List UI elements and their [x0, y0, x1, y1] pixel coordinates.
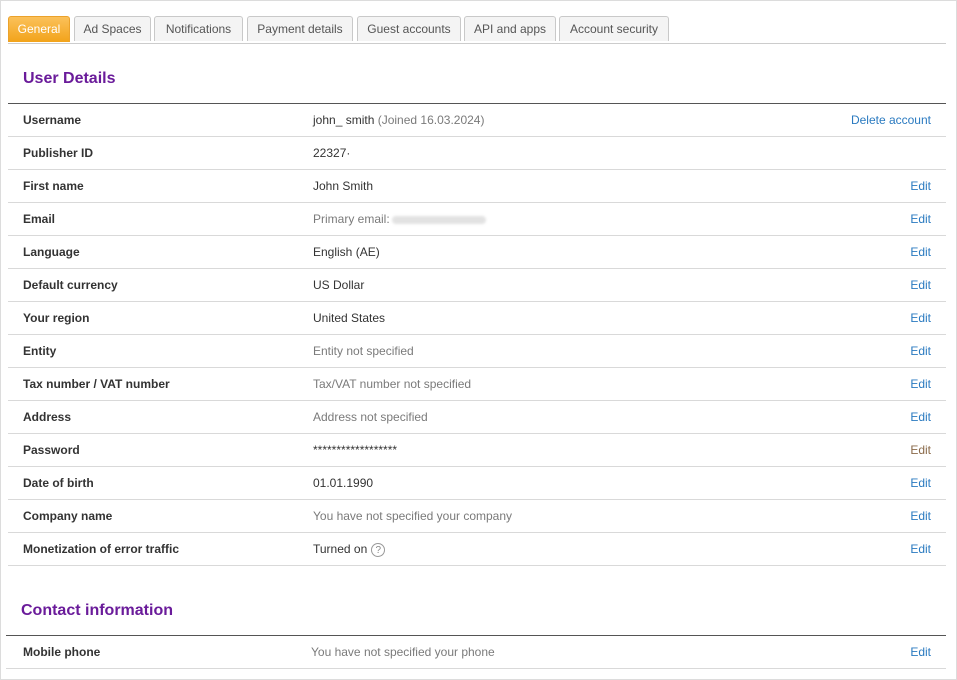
- row-mobile-phone: Mobile phone You have not specified your…: [6, 636, 946, 669]
- row-language: Language English (AE) Edit: [8, 236, 946, 269]
- row-publisher-id: Publisher ID 22327·: [8, 137, 946, 170]
- company-name-label: Company name: [23, 509, 113, 523]
- language-value: English (AE): [313, 245, 380, 259]
- row-entity: Entity Entity not specified Edit: [8, 335, 946, 368]
- edit-address-link[interactable]: Edit: [910, 401, 931, 433]
- password-label: Password: [23, 443, 80, 457]
- tab-notifications[interactable]: Notifications: [154, 16, 243, 41]
- monetization-error-traffic-label: Monetization of error traffic: [23, 542, 180, 556]
- primary-email-label: Primary email:: [313, 212, 390, 226]
- region-value: United States: [313, 311, 386, 325]
- tab-bar: General Ad Spaces Notifications Payment …: [8, 16, 946, 44]
- tab-ad-spaces[interactable]: Ad Spaces: [74, 16, 151, 41]
- edit-first-name-link[interactable]: Edit: [910, 170, 931, 202]
- address-label: Address: [23, 410, 72, 424]
- question-circle-icon[interactable]: ?: [371, 542, 386, 557]
- mobile-phone-label: Mobile phone: [23, 645, 101, 659]
- edit-region-link[interactable]: Edit: [910, 302, 931, 334]
- email-value: Primary email:: [313, 203, 486, 235]
- first-name-label: First name: [23, 179, 84, 193]
- username-label: Username: [23, 113, 82, 127]
- edit-entity-link[interactable]: Edit: [910, 335, 931, 367]
- edit-tax-number-link[interactable]: Edit: [910, 368, 931, 400]
- edit-date-of-birth-link[interactable]: Edit: [910, 467, 931, 499]
- date-of-birth-label: Date of birth: [23, 476, 94, 490]
- row-company-name: Company name You have not specified your…: [8, 500, 946, 533]
- email-label: Email: [23, 212, 56, 226]
- entity-label: Entity: [23, 344, 57, 358]
- tab-account-security[interactable]: Account security: [559, 16, 669, 41]
- edit-company-name-link[interactable]: Edit: [910, 500, 931, 532]
- edit-email-link[interactable]: Edit: [910, 203, 931, 235]
- row-region: Your region United States Edit: [8, 302, 946, 335]
- contact-information-title: Contact information: [21, 602, 173, 619]
- row-email: Email Primary email: Edit: [8, 203, 946, 236]
- entity-value: Entity not specified: [313, 344, 414, 358]
- redacted-email: [391, 215, 486, 224]
- tax-number-value: Tax/VAT number not specified: [313, 377, 472, 391]
- row-date-of-birth: Date of birth 01.01.1990 Edit: [8, 467, 946, 500]
- tab-payment-details[interactable]: Payment details: [247, 16, 353, 41]
- tab-guest-accounts[interactable]: Guest accounts: [357, 16, 461, 41]
- monetization-status: Turned on: [313, 542, 368, 556]
- row-tax-number: Tax number / VAT number Tax/VAT number n…: [8, 368, 946, 401]
- region-label: Your region: [23, 311, 90, 325]
- username-text: john_ smith: [313, 113, 375, 127]
- tax-number-label: Tax number / VAT number: [23, 377, 170, 391]
- address-value: Address not specified: [313, 410, 428, 424]
- language-label: Language: [23, 245, 80, 259]
- row-default-currency: Default currency US Dollar Edit: [8, 269, 946, 302]
- password-value: ******************: [313, 443, 398, 457]
- edit-password-link[interactable]: Edit: [910, 434, 931, 466]
- first-name-value: John Smith: [313, 179, 374, 193]
- edit-mobile-phone-link[interactable]: Edit: [910, 636, 931, 668]
- row-address: Address Address not specified Edit: [8, 401, 946, 434]
- default-currency-value: US Dollar: [313, 278, 365, 292]
- default-currency-label: Default currency: [23, 278, 118, 292]
- username-value: john_ smith (Joined 16.03.2024): [313, 104, 484, 136]
- joined-date: (Joined 16.03.2024): [377, 113, 485, 127]
- edit-monetization-link[interactable]: Edit: [910, 533, 931, 565]
- contact-information-table: Mobile phone You have not specified your…: [6, 635, 946, 669]
- monetization-error-traffic-value: Turned on?: [313, 533, 386, 565]
- row-monetization-error-traffic: Monetization of error traffic Turned on?…: [8, 533, 946, 566]
- date-of-birth-value: 01.01.1990: [313, 476, 374, 490]
- delete-account-link[interactable]: Delete account: [851, 104, 931, 136]
- tab-general[interactable]: General: [8, 16, 70, 42]
- publisher-id-value: 22327·: [313, 146, 351, 160]
- publisher-id-label: Publisher ID: [23, 146, 94, 160]
- row-first-name: First name John Smith Edit: [8, 170, 946, 203]
- edit-default-currency-link[interactable]: Edit: [910, 269, 931, 301]
- mobile-phone-value: You have not specified your phone: [311, 645, 495, 659]
- edit-language-link[interactable]: Edit: [910, 236, 931, 268]
- user-details-table: Username john_ smith (Joined 16.03.2024)…: [8, 103, 946, 566]
- row-username: Username john_ smith (Joined 16.03.2024)…: [8, 104, 946, 137]
- user-details-title: User Details: [23, 70, 116, 87]
- tab-api-and-apps[interactable]: API and apps: [464, 16, 556, 41]
- row-password: Password ****************** Edit: [8, 434, 946, 467]
- company-name-value: You have not specified your company: [313, 509, 513, 523]
